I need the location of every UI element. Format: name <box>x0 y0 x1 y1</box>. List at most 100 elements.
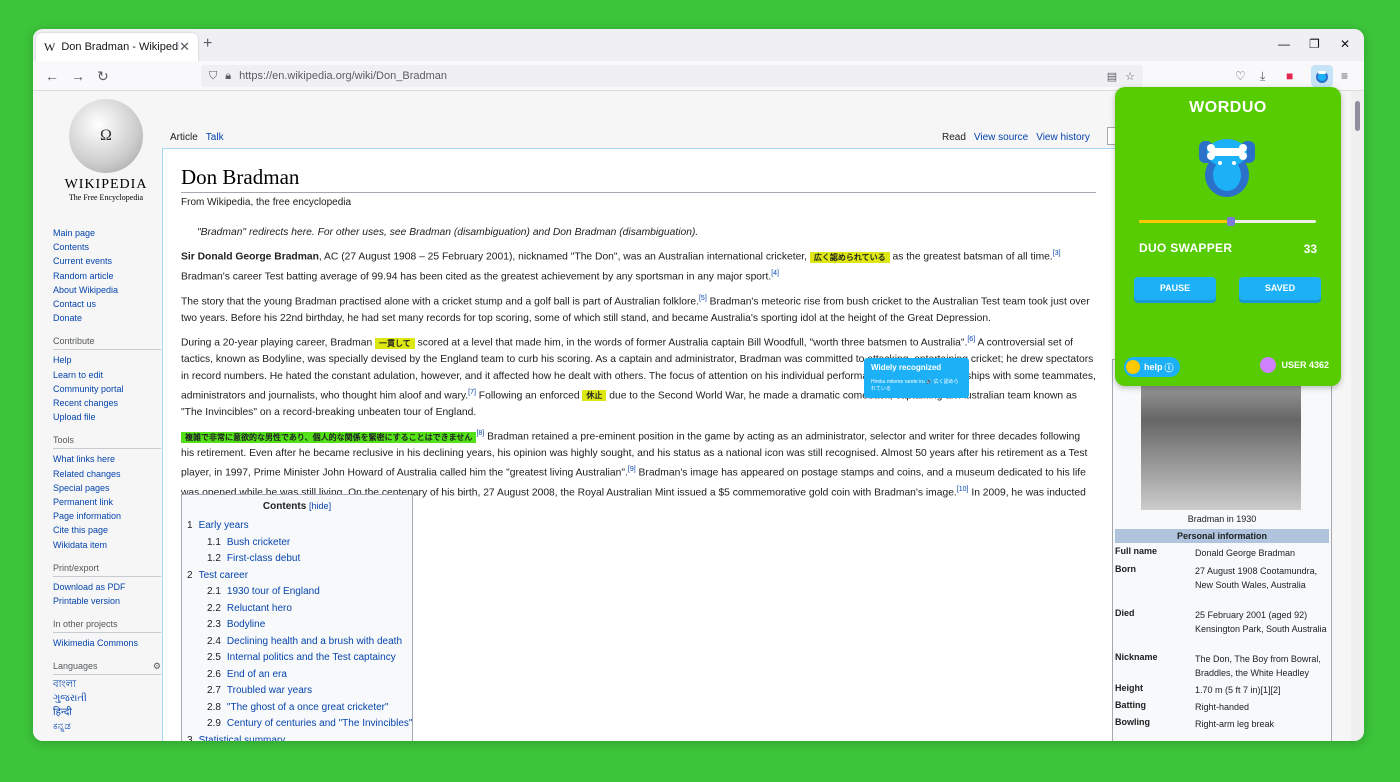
toc-item[interactable]: 3 Statistical summary <box>187 733 407 742</box>
sidebar-link[interactable]: Recent changes <box>53 396 161 410</box>
forward-icon[interactable]: → <box>71 68 85 84</box>
close-window-icon[interactable]: ✕ <box>1340 37 1350 51</box>
languages-heading: Languages ⚙ <box>53 660 161 676</box>
scrollbar-thumb[interactable] <box>1355 101 1360 131</box>
toc-hide-link[interactable]: [hide] <box>309 501 331 511</box>
language-link[interactable]: हिन्दी <box>53 706 161 720</box>
browser-tab[interactable]: W Don Bradman - Wikipedia ✕ <box>36 33 198 61</box>
worduo-highlight-sentence[interactable]: 複雑で非常に意欲的な男性であり、個人的な関係を緊密にすることはできません <box>181 431 477 443</box>
duo-dog-icon <box>1316 71 1328 83</box>
p1-text-2: as the greatest batsman of all time. <box>889 251 1053 263</box>
sidebar-link[interactable]: Contact us <box>53 297 161 311</box>
toc-link[interactable]: Declining health and a brush with death <box>227 636 402 647</box>
new-tab-icon[interactable]: + <box>203 35 212 53</box>
url-text[interactable]: https://en.wikipedia.org/wiki/Don_Bradma… <box>239 70 1107 82</box>
toc-link[interactable]: 1930 tour of England <box>227 586 320 597</box>
toc-link[interactable]: Early years <box>199 520 249 531</box>
sidebar-link[interactable]: Main page <box>53 226 161 240</box>
toc-item[interactable]: 2.2 Reluctant hero <box>187 601 407 618</box>
page-scrollbar[interactable] <box>1351 91 1364 741</box>
toc-link[interactable]: First-class debut <box>227 553 300 564</box>
language-link[interactable]: ગુજરાતી <box>53 692 161 706</box>
toc-item[interactable]: 2.9 Century of centuries and "The Invinci… <box>187 716 412 733</box>
worduo-highlight[interactable]: 広く認められている <box>809 251 890 263</box>
menu-icon[interactable]: ≡ <box>1341 69 1348 83</box>
language-link[interactable]: বাংলা <box>53 678 161 692</box>
toc-item[interactable]: 1.1 Bush cricketer <box>187 535 407 552</box>
ref[interactable]: [7] <box>468 389 476 396</box>
ref[interactable]: [3] <box>1053 250 1061 257</box>
saved-button[interactable]: SAVED <box>1239 277 1321 300</box>
sidebar-link[interactable]: Related changes <box>53 467 161 481</box>
sidebar-link[interactable]: Page information <box>53 509 161 523</box>
toc-link[interactable]: Internal politics and the Test captaincy <box>227 652 396 663</box>
ref[interactable]: [9] <box>628 466 636 473</box>
toc-item[interactable]: 1 Early years <box>187 518 407 535</box>
sidebar-link[interactable]: Download as PDF <box>53 580 161 594</box>
downloads-icon[interactable]: ⤓ <box>1260 69 1265 84</box>
sidebar-link[interactable]: Learn to edit <box>53 368 161 382</box>
toc-number: 2.7 <box>207 685 221 696</box>
sidebar-link[interactable]: Current events <box>53 254 161 268</box>
address-bar[interactable]: ⛉ 🔒︎ https://en.wikipedia.org/wiki/Don_B… <box>201 65 1143 87</box>
toc-link[interactable]: "The ghost of a once great cricketer" <box>227 702 389 713</box>
sidebar-link[interactable]: Donate <box>53 311 161 325</box>
lock-icon[interactable]: 🔒︎ <box>225 70 231 83</box>
toc-link[interactable]: Statistical summary <box>199 735 286 742</box>
toc-item[interactable]: 1.2 First-class debut <box>187 551 407 568</box>
toc-item[interactable]: 2.6 End of an era <box>187 667 407 684</box>
bookmark-star-icon[interactable]: ☆ <box>1125 70 1135 83</box>
toc-item[interactable]: 2.4 Declining health and a brush with dea… <box>187 634 407 651</box>
minimize-icon[interactable]: — <box>1278 37 1290 51</box>
wikipedia-logo[interactable]: Ω WIKIPEDIA The Free Encyclopedia <box>51 99 161 202</box>
toc-link[interactable]: End of an era <box>227 669 287 680</box>
ref[interactable]: [6] <box>967 336 975 343</box>
ref[interactable]: [4] <box>771 270 779 277</box>
worduo-highlight[interactable]: 一貫して <box>375 337 415 349</box>
sidebar-link[interactable]: Cite this page <box>53 523 161 537</box>
screenshot-extension-icon[interactable]: ■ <box>1286 69 1293 83</box>
worduo-extension-button[interactable] <box>1311 65 1333 87</box>
sidebar-link[interactable]: What links here <box>53 452 161 466</box>
toc-link[interactable]: Bodyline <box>227 619 265 630</box>
worduo-highlight[interactable]: 休止 <box>582 390 607 402</box>
toc-link[interactable]: Reluctant hero <box>227 603 292 614</box>
sidebar-link[interactable]: Random article <box>53 269 161 283</box>
sidebar-link[interactable]: Special pages <box>53 481 161 495</box>
toc-item[interactable]: 2.8 "The ghost of a once great cricketer" <box>187 700 407 717</box>
toc-item[interactable]: 2.1 1930 tour of England <box>187 584 407 601</box>
ref[interactable]: [5] <box>699 295 707 302</box>
toc-link[interactable]: Troubled war years <box>227 685 312 696</box>
toc-item[interactable]: 2 Test career <box>187 568 407 585</box>
close-tab-icon[interactable]: ✕ <box>179 39 190 55</box>
shield-icon[interactable]: ⛉ <box>209 70 217 83</box>
language-link[interactable]: ಕನ್ನಡ <box>53 720 161 734</box>
sidebar-link[interactable]: About Wikipedia <box>53 283 161 297</box>
sidebar-link[interactable]: Wikidata item <box>53 538 161 552</box>
gear-icon[interactable]: ⚙ <box>153 660 161 672</box>
toc-link[interactable]: Bush cricketer <box>227 537 290 548</box>
sidebar-link[interactable]: Community portal <box>53 382 161 396</box>
sidebar-link[interactable]: Printable version <box>53 594 161 608</box>
ref[interactable]: [10] <box>957 486 969 493</box>
sidebar-link[interactable]: Wikimedia Commons <box>53 636 161 650</box>
pause-button[interactable]: PAUSE <box>1134 277 1216 300</box>
help-button[interactable]: help ⓘ <box>1124 357 1180 377</box>
pocket-icon[interactable]: ♡ <box>1235 69 1246 83</box>
sidebar-link[interactable]: Permanent link <box>53 495 161 509</box>
toc-item[interactable]: 2.7 Troubled war years <box>187 683 407 700</box>
user-badge[interactable]: USER 4362 <box>1260 357 1329 373</box>
toc-item[interactable]: 2.3 Bodyline <box>187 617 407 634</box>
reload-icon[interactable]: ↻ <box>97 68 109 85</box>
toc-link[interactable]: Test career <box>199 570 248 581</box>
sidebar-link[interactable]: Help <box>53 353 161 367</box>
slider-knob[interactable] <box>1227 217 1236 226</box>
difficulty-slider[interactable] <box>1139 217 1316 226</box>
back-icon[interactable]: ← <box>45 68 59 84</box>
sidebar-link[interactable]: Contents <box>53 240 161 254</box>
sidebar-link[interactable]: Upload file <box>53 410 161 424</box>
reader-view-icon[interactable]: ▤ <box>1107 70 1117 83</box>
toc-item[interactable]: 2.5 Internal politics and the Test captai… <box>187 650 407 667</box>
toc-link[interactable]: Century of centuries and "The Invincible… <box>227 718 413 729</box>
maximize-icon[interactable]: ❐ <box>1309 37 1320 51</box>
